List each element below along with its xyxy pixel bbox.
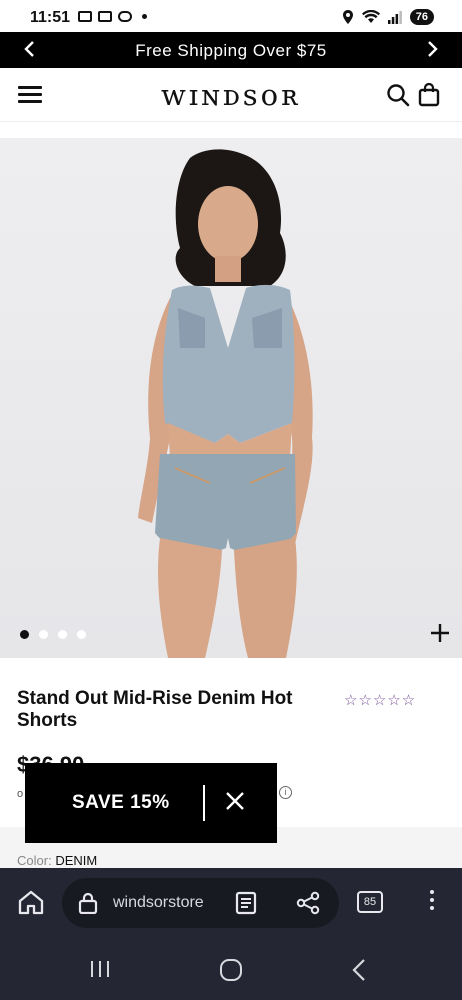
info-icon[interactable]: i xyxy=(279,786,292,799)
color-selector-label: Color: DENIM xyxy=(17,853,97,868)
gallery-dot[interactable] xyxy=(77,630,86,639)
promo-text[interactable]: Free Shipping Over $75 xyxy=(0,41,462,61)
home-button-icon[interactable] xyxy=(219,958,243,987)
product-title: Stand Out Mid-Rise Denim Hot Shorts xyxy=(17,688,293,731)
share-icon[interactable] xyxy=(295,891,321,920)
search-icon[interactable] xyxy=(386,83,410,112)
site-header: wɪɴᴅsoʀ xyxy=(0,68,462,122)
status-bar: 11:51 76 xyxy=(0,0,462,32)
wifi-icon xyxy=(361,10,380,23)
breadcrumb xyxy=(0,122,462,138)
product-image-gallery[interactable] xyxy=(0,138,462,658)
popup-divider xyxy=(203,785,205,821)
url-bar[interactable]: windsorstore xyxy=(62,878,339,928)
more-options-icon[interactable] xyxy=(425,890,439,914)
system-icons: 76 xyxy=(342,9,434,25)
recent-apps-icon[interactable] xyxy=(89,959,111,984)
home-icon[interactable] xyxy=(17,889,45,920)
gallery-dot[interactable] xyxy=(20,630,29,639)
color-label-key: Color: xyxy=(17,853,52,868)
more-notifications-icon xyxy=(142,14,147,19)
signal-icon xyxy=(387,10,402,24)
tab-count-button[interactable]: 85 xyxy=(357,891,383,913)
notification-icons xyxy=(78,11,147,22)
installment-text: o xyxy=(17,788,24,800)
message-icon xyxy=(118,11,132,22)
lock-icon[interactable] xyxy=(78,892,98,919)
rating-stars[interactable]: ☆☆☆☆☆ xyxy=(344,691,416,709)
status-time: 11:51 xyxy=(30,9,71,26)
shopping-bag-icon[interactable] xyxy=(418,82,440,112)
battery-indicator: 76 xyxy=(409,9,434,25)
plus-icon[interactable] xyxy=(430,622,450,646)
back-icon[interactable] xyxy=(351,958,367,987)
product-photo xyxy=(138,149,313,658)
screenshot-icon xyxy=(98,11,112,22)
browser-toolbar: windsorstore 85 xyxy=(0,868,462,938)
reader-mode-icon[interactable] xyxy=(235,891,257,920)
chevron-right-icon[interactable] xyxy=(422,38,442,63)
close-icon[interactable] xyxy=(225,787,245,816)
save-discount-popup[interactable]: SAVE 15% xyxy=(25,763,277,843)
mail-icon xyxy=(78,11,92,22)
promo-banner: Free Shipping Over $75 xyxy=(0,32,462,68)
color-value: DENIM xyxy=(55,853,98,868)
gallery-dot[interactable] xyxy=(58,630,67,639)
location-icon xyxy=(342,10,353,24)
system-navigation-bar xyxy=(0,938,462,1000)
save-label[interactable]: SAVE 15% xyxy=(72,792,170,814)
url-text[interactable]: windsorstore xyxy=(113,894,213,912)
gallery-dot[interactable] xyxy=(39,630,48,639)
gallery-dots xyxy=(20,630,86,639)
